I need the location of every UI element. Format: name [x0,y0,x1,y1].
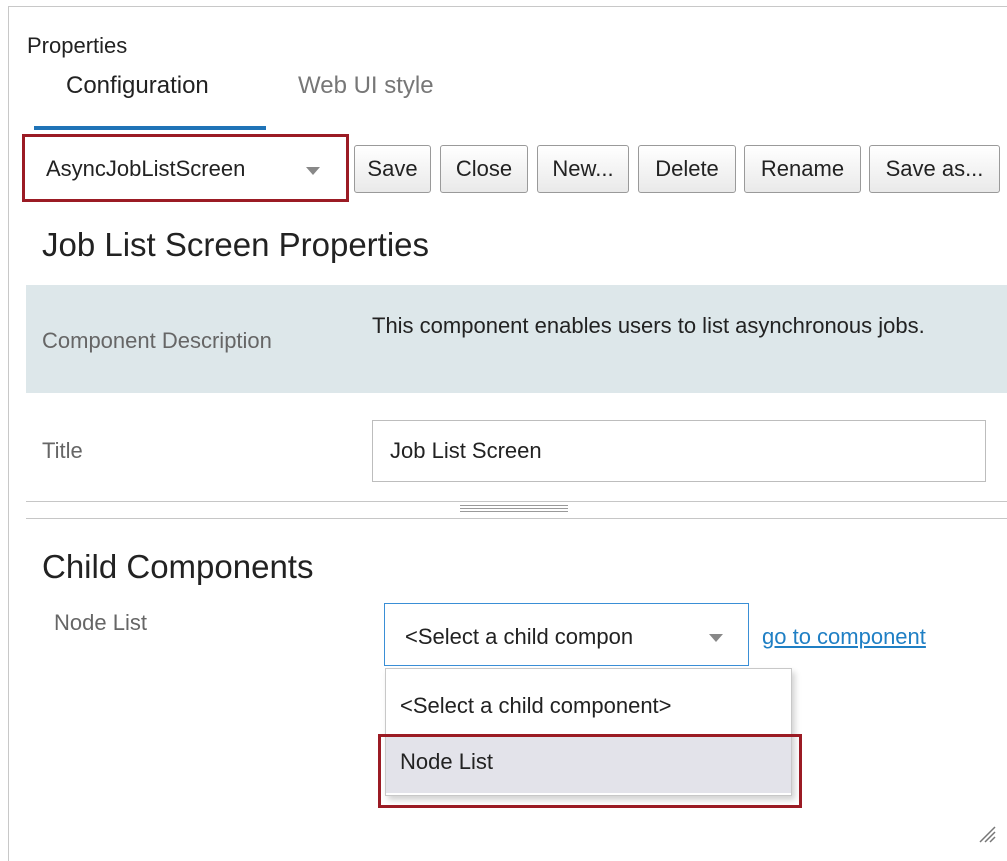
splitter-handle[interactable] [460,505,568,515]
child-component-select[interactable]: <Select a child compon [384,603,749,666]
go-to-component-link[interactable]: go to component [762,624,926,650]
page-title: Job List Screen Properties [42,226,430,263]
save-button[interactable]: Save [354,145,431,193]
close-button[interactable]: Close [440,145,528,193]
splitter-line-bottom [26,518,1007,519]
active-tab-indicator [34,126,266,130]
title-input[interactable] [372,420,986,482]
new-button[interactable]: New... [537,145,629,193]
component-description-label: Component Description [42,328,272,353]
child-components-heading: Child Components [42,548,314,585]
panel-title: Properties [27,33,128,58]
chevron-down-icon [709,634,723,642]
component-description-row: Component Description This component ena… [26,285,1007,393]
splitter-line-top [26,501,1007,502]
child-component-select-value: <Select a child compon [405,624,634,649]
resize-grip-icon[interactable] [976,823,996,843]
node-list-label: Node List [54,610,147,635]
delete-button[interactable]: Delete [638,145,736,193]
title-label: Title [42,438,83,463]
dropdown-option-select-child[interactable]: <Select a child component> [386,693,791,719]
tab-configuration[interactable]: Configuration [66,72,209,100]
tab-web-ui-style[interactable]: Web UI style [298,72,434,100]
save-as-button[interactable]: Save as... [869,145,1000,193]
highlight-box-screen-select [22,134,349,202]
highlight-box-node-list-option [378,734,802,808]
rename-button[interactable]: Rename [744,145,861,193]
component-description-text: This component enables users to list asy… [372,313,925,338]
